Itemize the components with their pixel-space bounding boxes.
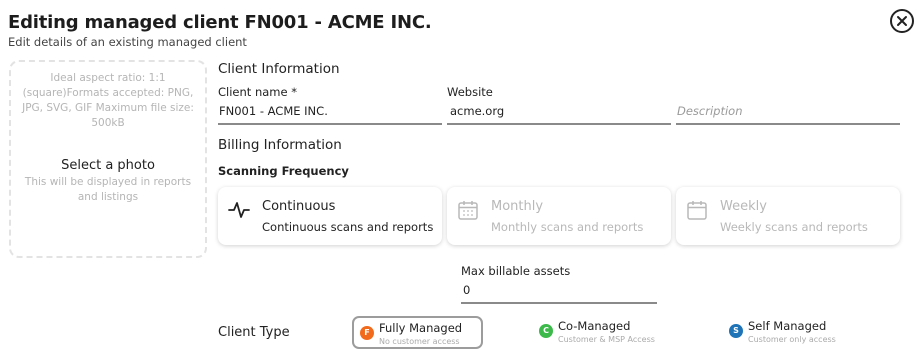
client-type-fully-managed[interactable]: F Fully Managed No customer access (352, 316, 483, 349)
fully-managed-badge-icon: F (360, 326, 374, 340)
frequency-desc: Weekly scans and reports (720, 220, 868, 234)
description-field[interactable]: Description (676, 101, 900, 125)
photo-upload-dropzone[interactable]: Ideal aspect ratio: 1:1 (square)Formats … (9, 60, 207, 258)
calendar-icon (687, 201, 707, 220)
client-type-name: Fully Managed (379, 321, 463, 335)
max-billable-assets-label: Max billable assets (461, 264, 571, 278)
client-type-co-managed[interactable]: C Co-Managed Customer & MSP Access (533, 316, 673, 349)
close-button[interactable] (890, 9, 914, 33)
client-type-desc: No customer access (379, 337, 460, 346)
page-subtitle: Edit details of an existing managed clie… (8, 35, 247, 49)
website-field[interactable]: acme.org (447, 101, 671, 125)
select-photo-label: Select a photo (61, 158, 155, 173)
client-type-desc: Customer only access (748, 335, 836, 344)
photo-upload-subtext: This will be displayed in reports and li… (24, 176, 192, 203)
pulse-icon (228, 202, 250, 218)
client-name-label: Client name * (218, 85, 297, 99)
frequency-title: Monthly (491, 199, 544, 214)
frequency-option-monthly[interactable]: Monthly Monthly scans and reports (447, 187, 671, 245)
frequency-desc: Monthly scans and reports (491, 220, 644, 234)
scanning-frequency-label: Scanning Frequency (218, 164, 349, 178)
photo-upload-hint: Ideal aspect ratio: 1:1 (square)Formats … (22, 72, 194, 129)
client-type-self-managed[interactable]: S Self Managed Customer only access (723, 316, 853, 349)
client-name-field[interactable]: FN001 - ACME INC. (218, 101, 442, 125)
client-type-desc: Customer & MSP Access (558, 335, 655, 344)
client-type-name: Co-Managed (558, 319, 631, 333)
client-information-heading: Client Information (218, 61, 340, 77)
website-label: Website (447, 85, 493, 99)
self-managed-badge-icon: S (729, 324, 743, 338)
frequency-title: Continuous (262, 199, 336, 214)
client-type-name: Self Managed (748, 319, 827, 333)
frequency-desc: Continuous scans and reports (262, 220, 434, 234)
calendar-icon (458, 201, 478, 220)
frequency-title: Weekly (720, 199, 767, 214)
close-icon (897, 16, 907, 26)
max-billable-assets-field[interactable]: 0 (461, 280, 657, 304)
client-type-label: Client Type (218, 325, 290, 340)
billing-information-heading: Billing Information (218, 137, 342, 153)
co-managed-badge-icon: C (539, 324, 553, 338)
frequency-option-continuous[interactable]: Continuous Continuous scans and reports (218, 187, 442, 245)
page-title: Editing managed client FN001 - ACME INC. (8, 12, 432, 33)
frequency-option-weekly[interactable]: Weekly Weekly scans and reports (676, 187, 900, 245)
